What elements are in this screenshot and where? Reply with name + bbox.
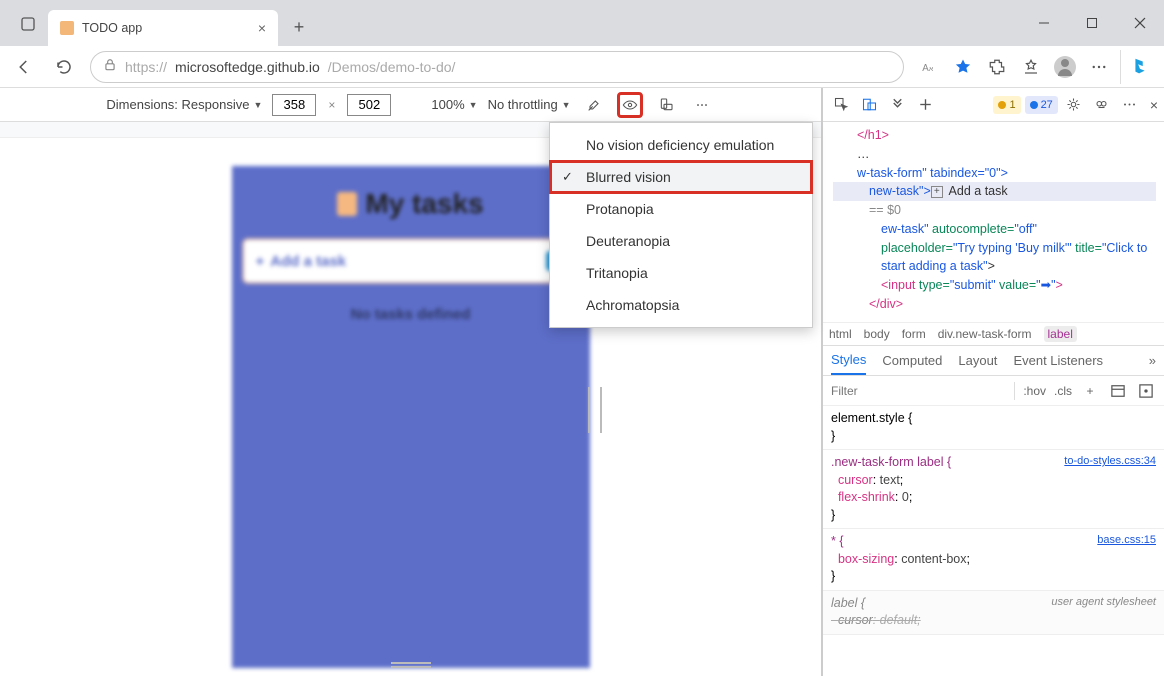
devtools-tabbar: 1 27 × (823, 88, 1164, 122)
resize-handle-bottom[interactable] (391, 662, 431, 668)
device-toolbar: Dimensions: Responsive▼ × 100%▼ No throt… (0, 88, 821, 122)
browser-tab[interactable]: TODO app × (48, 10, 278, 46)
issues-badge[interactable]: 27 (1025, 96, 1058, 114)
favorites-bar-icon[interactable] (1014, 50, 1048, 84)
devtools-settings-icon[interactable] (1062, 93, 1086, 117)
vision-deficiency-icon[interactable] (617, 92, 643, 118)
devtools-feedback-icon[interactable] (1090, 93, 1114, 117)
styles-filter-input[interactable] (831, 384, 1006, 398)
new-tab-button[interactable]: + (284, 12, 314, 42)
device-more-icon[interactable] (689, 92, 715, 118)
styles-more-tabs-icon[interactable]: » (1149, 353, 1156, 368)
device-toggle-icon[interactable] (857, 93, 881, 117)
svg-text:א: א (929, 65, 934, 72)
url-scheme: https:// (125, 59, 167, 75)
devtools-panel: 1 27 × </h1> … w-task-form" tabindex="0"… (822, 88, 1164, 676)
viewport-height-input[interactable] (347, 94, 391, 116)
source-link[interactable]: to-do-styles.css:34 (1064, 454, 1156, 469)
vision-option-deuteranopia[interactable]: Deuteranopia (550, 225, 812, 257)
viewport-width-input[interactable] (272, 94, 316, 116)
lock-icon (103, 58, 117, 75)
hov-toggle[interactable]: :hov (1023, 384, 1046, 398)
extensions-icon[interactable] (980, 50, 1014, 84)
elements-breadcrumbs[interactable]: html body form div.new-task-form label (823, 322, 1164, 346)
devtools-more-tabs-icon[interactable] (885, 93, 909, 117)
address-bar: https:// microsoftedge.github.io/Demos/de… (0, 46, 1164, 88)
expand-node-icon[interactable]: + (931, 186, 943, 198)
warnings-badge[interactable]: 1 (993, 96, 1020, 114)
refresh-button[interactable] (46, 50, 82, 84)
tab-event-listeners[interactable]: Event Listeners (1013, 353, 1103, 368)
source-link[interactable]: base.css:15 (1097, 533, 1156, 548)
window-minimize-button[interactable] (1020, 0, 1068, 46)
vision-option-protanopia[interactable]: Protanopia (550, 193, 812, 225)
window-maximize-button[interactable] (1068, 0, 1116, 46)
more-menu-icon[interactable] (1082, 50, 1116, 84)
devtools-kebab-icon[interactable] (1118, 93, 1142, 117)
dimension-separator: × (328, 98, 335, 112)
window-titlebar: TODO app × + (0, 0, 1164, 46)
tab-layout[interactable]: Layout (958, 353, 997, 368)
tab-computed[interactable]: Computed (882, 353, 942, 368)
styles-toolbar: :hov .cls + (823, 376, 1164, 406)
tab-title: TODO app (82, 21, 142, 35)
device-emulation-pane: Dimensions: Responsive▼ × 100%▼ No throt… (0, 88, 822, 676)
tab-favicon (60, 21, 74, 35)
computed-sidebar-icon[interactable] (1108, 384, 1128, 398)
dimensions-dropdown[interactable]: Dimensions: Responsive▼ (106, 97, 262, 112)
resize-handle-right[interactable] (232, 166, 590, 668)
cls-toggle[interactable]: .cls (1054, 384, 1072, 398)
devtools-close-icon[interactable]: × (1150, 97, 1158, 113)
styles-overflow-icon[interactable] (1136, 384, 1156, 398)
elements-tree[interactable]: </h1> … w-task-form" tabindex="0"> new-t… (823, 122, 1164, 322)
new-style-rule-icon[interactable]: + (1080, 384, 1100, 398)
svg-text:A: A (922, 62, 929, 73)
vision-option-tritanopia[interactable]: Tritanopia (550, 257, 812, 289)
bing-sidebar-icon[interactable] (1120, 50, 1158, 84)
url-domain: microsoftedge.github.io (175, 59, 320, 75)
vision-option-none[interactable]: No vision deficiency emulation (550, 129, 812, 161)
devtools-add-tab-icon[interactable] (913, 93, 937, 117)
favorite-star-icon[interactable] (946, 50, 980, 84)
profile-avatar[interactable] (1048, 50, 1082, 84)
inspect-element-icon[interactable] (829, 93, 853, 117)
styles-rules[interactable]: element.style { } to-do-styles.css:34 .n… (823, 406, 1164, 676)
styles-subtabs: Styles Computed Layout Event Listeners » (823, 346, 1164, 376)
url-input[interactable]: https:// microsoftedge.github.io/Demos/de… (90, 51, 904, 83)
back-button[interactable] (6, 50, 42, 84)
throttling-dropdown[interactable]: No throttling▼ (488, 97, 571, 112)
vision-deficiency-menu: No vision deficiency emulation Blurred v… (549, 122, 813, 328)
vision-option-blurred[interactable]: Blurred vision (550, 161, 812, 193)
rotate-icon[interactable] (653, 92, 679, 118)
window-close-button[interactable] (1116, 0, 1164, 46)
zoom-dropdown[interactable]: 100%▼ (431, 97, 477, 112)
vision-option-achromatopsia[interactable]: Achromatopsia (550, 289, 812, 321)
tab-actions-button[interactable] (12, 8, 44, 40)
color-picker-icon[interactable] (581, 92, 607, 118)
tab-close-icon[interactable]: × (258, 20, 266, 36)
tab-styles[interactable]: Styles (831, 346, 866, 375)
url-path: /Demos/demo-to-do/ (328, 59, 456, 75)
reading-mode-icon[interactable]: Aא (912, 50, 946, 84)
